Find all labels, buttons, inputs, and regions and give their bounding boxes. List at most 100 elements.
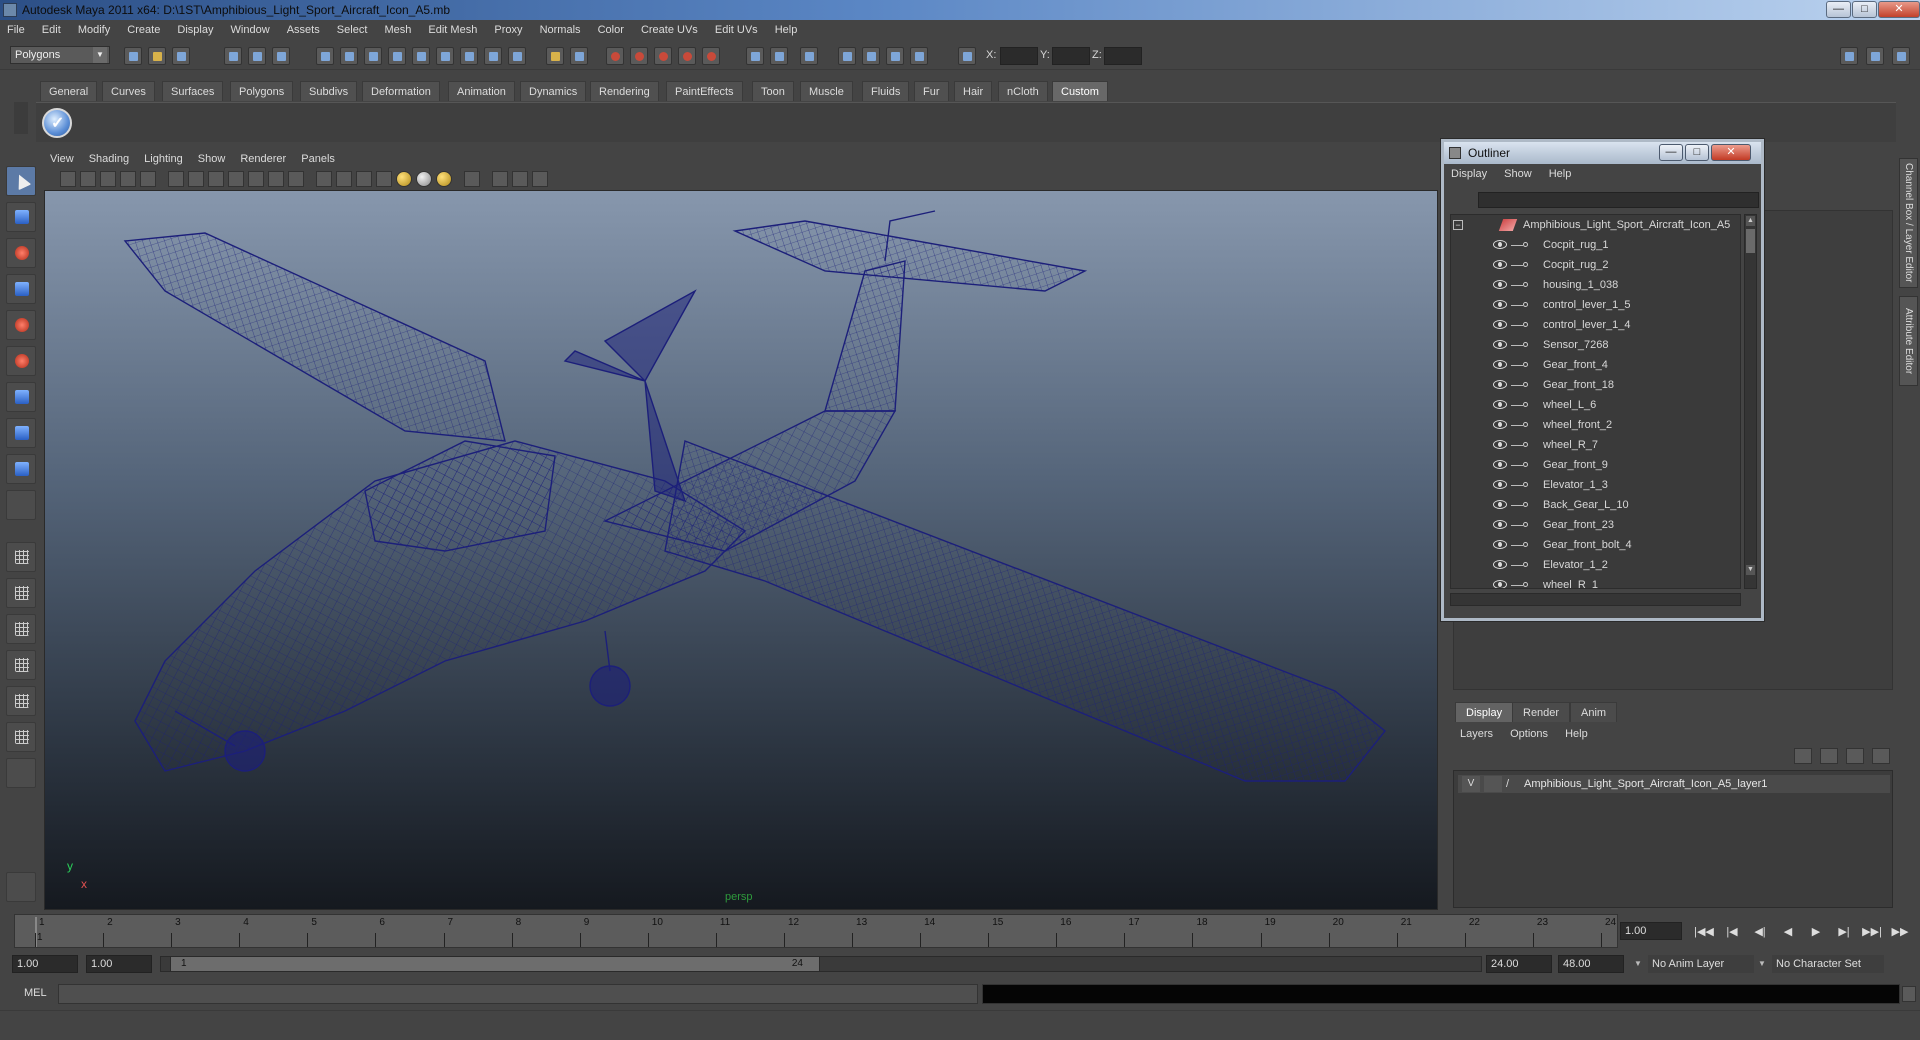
xray-icon[interactable] — [492, 171, 508, 187]
smooth-shading-icon[interactable] — [336, 171, 352, 187]
list-item[interactable]: Gear_front_18 — [1451, 375, 1740, 395]
minimize-button[interactable]: — — [1826, 1, 1851, 18]
menu-mesh[interactable]: Mesh — [377, 20, 418, 40]
go-to-start-button[interactable]: |◀◀ — [1694, 924, 1714, 940]
time-slider[interactable]: 1 1 2 3 4 5 6 7 8 9 10 11 12 13 14 15 16 17 18 19 20 21 22 23 2… — [14, 914, 1618, 948]
make-live-icon[interactable] — [702, 47, 720, 65]
highlight-selection-icon[interactable] — [570, 47, 588, 65]
wireframe-on-shaded-icon[interactable] — [356, 171, 372, 187]
shelf-tab-curves[interactable]: Curves — [102, 81, 155, 101]
resolution-gate-icon[interactable] — [208, 171, 224, 187]
list-item[interactable]: Cocpit_rug_2 — [1451, 255, 1740, 275]
outliner-filter-input[interactable] — [1478, 192, 1759, 208]
pick-joints-icon[interactable] — [340, 47, 358, 65]
list-item[interactable]: Elevator_1_2 — [1451, 555, 1740, 575]
outliner-minimize-button[interactable]: — — [1659, 144, 1683, 161]
shelf-tab-dynamics[interactable]: Dynamics — [520, 81, 587, 101]
four-view-layout-icon[interactable] — [6, 578, 36, 608]
layer-menu-help[interactable]: Help — [1558, 724, 1595, 744]
snap-curve-icon[interactable] — [630, 47, 648, 65]
xray-joints-icon[interactable] — [512, 171, 528, 187]
pick-surfaces-icon[interactable] — [388, 47, 406, 65]
list-item[interactable]: Sensor_7268 — [1451, 335, 1740, 355]
panel-menu-renderer[interactable]: Renderer — [234, 150, 292, 168]
outliner-close-button[interactable]: ✕ — [1711, 144, 1751, 161]
bookmarks-icon[interactable] — [100, 171, 116, 187]
menu-edit-mesh[interactable]: Edit Mesh — [421, 20, 484, 40]
isolate-select-icon[interactable] — [464, 171, 480, 187]
scale-tool-icon[interactable] — [6, 346, 36, 376]
render-current-icon[interactable] — [862, 47, 880, 65]
layer-display-type-toggle[interactable] — [1484, 776, 1502, 792]
panel-menu-lighting[interactable]: Lighting — [138, 150, 189, 168]
grid-toggle-icon[interactable] — [168, 171, 184, 187]
last-used-tool-icon[interactable] — [6, 490, 36, 520]
panel-menu-show[interactable]: Show — [192, 150, 232, 168]
list-item[interactable]: Cocpit_rug_1 — [1451, 235, 1740, 255]
anim-layer-select[interactable]: ▼ No Anim Layer — [1634, 955, 1754, 973]
panel-menu-shading[interactable]: Shading — [83, 150, 135, 168]
command-input[interactable] — [58, 984, 978, 1004]
step-forward-frame-button[interactable]: ▶▶| — [1862, 924, 1882, 940]
layer-tab-render[interactable]: Render — [1512, 702, 1571, 722]
x-field[interactable] — [1000, 47, 1038, 65]
pick-misc-icon[interactable] — [484, 47, 502, 65]
script-editor-icon[interactable] — [1902, 986, 1916, 1002]
save-scene-icon[interactable] — [172, 47, 190, 65]
playback-start-field[interactable]: 1.00 — [86, 955, 152, 973]
list-item[interactable]: Back_Gear_L_10 — [1451, 495, 1740, 515]
perspective-viewport[interactable]: y x persp — [44, 190, 1438, 910]
layer-menu-layers[interactable]: Layers — [1453, 724, 1500, 744]
snap-grid-icon[interactable] — [606, 47, 624, 65]
select-tool-icon[interactable] — [6, 166, 36, 196]
menu-color[interactable]: Color — [591, 20, 631, 40]
panel-menu-view[interactable]: View — [44, 150, 80, 168]
list-item[interactable]: Gear_front_4 — [1451, 355, 1740, 375]
menu-create[interactable]: Create — [120, 20, 167, 40]
shelf-tab-surfaces[interactable]: Surfaces — [162, 81, 224, 101]
step-back-frame-button[interactable]: |◀ — [1722, 924, 1742, 940]
render-settings-icon[interactable] — [910, 47, 928, 65]
y-field[interactable] — [1052, 47, 1090, 65]
universal-manipulator-icon[interactable] — [6, 382, 36, 412]
shelf-tab-toon[interactable]: Toon — [752, 81, 794, 101]
safe-action-icon[interactable] — [268, 171, 284, 187]
shelf-tab-hair[interactable]: Hair — [954, 81, 993, 101]
xray-components-icon[interactable] — [532, 171, 548, 187]
outliner-vertical-scrollbar[interactable]: ▲ ▼ — [1744, 214, 1757, 589]
single-perspective-layout-icon[interactable] — [6, 542, 36, 572]
menu-file[interactable]: File — [0, 20, 32, 40]
use-all-lights-icon[interactable] — [396, 171, 412, 187]
scroll-up-icon[interactable]: ▲ — [1746, 216, 1755, 226]
outliner-horizontal-scrollbar[interactable] — [1450, 593, 1741, 606]
list-item[interactable]: Gear_front_bolt_4 — [1451, 535, 1740, 555]
shelf-tab-deformation[interactable]: Deformation — [362, 81, 440, 101]
shelf-tab-ncloth[interactable]: nCloth — [998, 81, 1048, 101]
layer-visibility-toggle[interactable]: V — [1462, 776, 1480, 792]
collapse-icon[interactable]: − — [1453, 220, 1463, 230]
textured-icon[interactable] — [376, 171, 392, 187]
outliner-maximize-button[interactable]: □ — [1685, 144, 1709, 161]
scroll-down-icon[interactable]: ▼ — [1746, 565, 1755, 575]
current-time-field[interactable]: 1.00 — [1620, 922, 1682, 940]
step-forward-key-button[interactable]: ▶| — [1834, 924, 1854, 940]
list-item[interactable]: Gear_front_9 — [1451, 455, 1740, 475]
lasso-tool-icon[interactable] — [6, 202, 36, 232]
checkmark-shelf-icon[interactable] — [42, 108, 72, 138]
shelf-tab-rendering[interactable]: Rendering — [590, 81, 659, 101]
animation-end-field[interactable]: 48.00 — [1558, 955, 1624, 973]
layer-tab-display[interactable]: Display — [1455, 702, 1514, 722]
select-camera-icon[interactable] — [60, 171, 76, 187]
layer-menu-options[interactable]: Options — [1503, 724, 1555, 744]
menu-edit-uvs[interactable]: Edit UVs — [708, 20, 765, 40]
soft-modification-icon[interactable] — [6, 418, 36, 448]
shelf-tab-animation[interactable]: Animation — [448, 81, 515, 101]
show-manipulator-icon[interactable] — [6, 454, 36, 484]
show-tool-settings-icon[interactable] — [1866, 47, 1884, 65]
playback-end-field[interactable]: 24.00 — [1486, 955, 1552, 973]
scroll-thumb[interactable] — [1746, 229, 1755, 253]
menu-set-select[interactable]: Polygons ▼ — [10, 46, 110, 64]
persp-graph-outliner-layout-icon[interactable] — [6, 722, 36, 752]
attribute-editor-tab[interactable]: Attribute Editor — [1899, 296, 1918, 386]
pick-dynamics-icon[interactable] — [436, 47, 454, 65]
